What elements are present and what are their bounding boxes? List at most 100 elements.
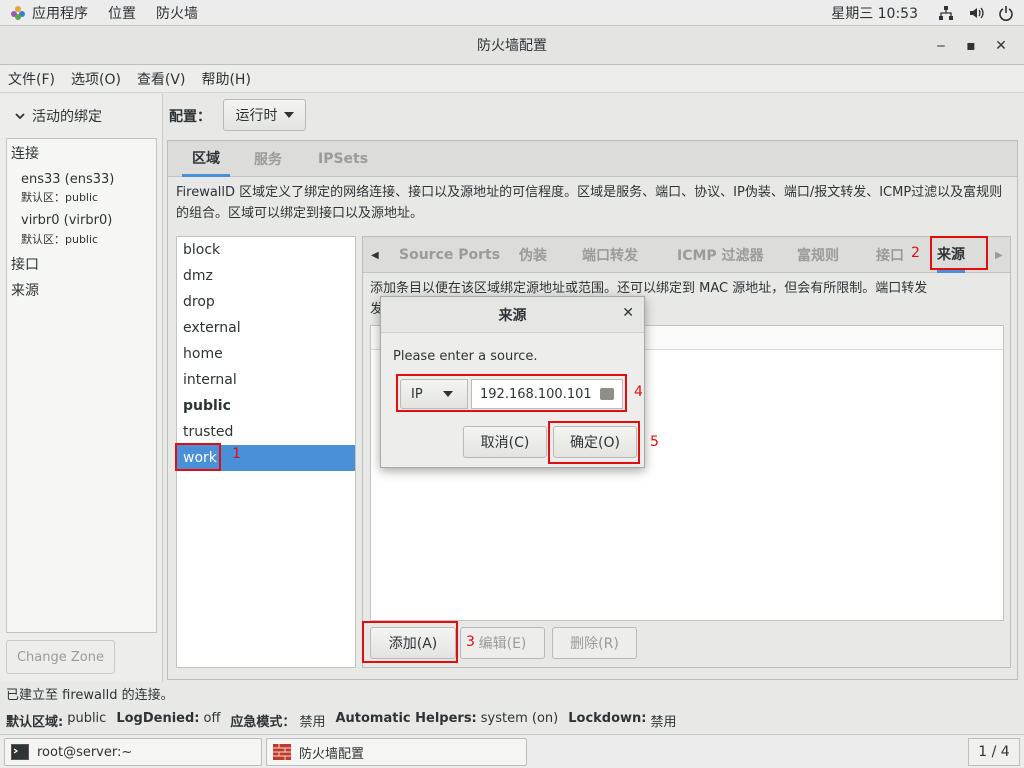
zone-list[interactable]: block dmz drop external home internal pu… xyxy=(176,236,356,668)
dialog-close-button[interactable]: ✕ xyxy=(622,305,634,321)
tab-ipsets[interactable]: IPSets xyxy=(318,141,368,177)
annotation-number-5: 5 xyxy=(650,434,659,450)
config-dropdown[interactable]: 运行时 xyxy=(223,99,306,131)
window-title: 防火墙配置 xyxy=(477,38,547,54)
system-tray[interactable] xyxy=(928,0,1024,26)
taskbar: root@server:~ 防火墙配置 1 / 4 xyxy=(0,734,1024,768)
entry-clear-icon[interactable] xyxy=(600,388,614,400)
distro-logo-icon xyxy=(11,5,25,20)
helpers-label: Automatic Helpers: xyxy=(335,711,477,726)
panic-mode-value: 禁用 xyxy=(299,715,326,730)
annotation-number-2: 2 xyxy=(911,245,920,261)
applications-menu[interactable]: 应用程序 xyxy=(0,0,98,26)
workspace-pager[interactable]: 1 / 4 xyxy=(968,738,1020,766)
zone-item-external[interactable]: external xyxy=(177,315,355,341)
zone-item-dmz[interactable]: dmz xyxy=(177,263,355,289)
main-tab-bar: 区域 服务 IPSets xyxy=(168,141,1017,177)
terminal-icon xyxy=(11,744,29,760)
tab-services[interactable]: 服务 xyxy=(254,141,282,177)
places-menu[interactable]: 位置 xyxy=(98,0,146,26)
source-type-value: IP xyxy=(411,386,423,402)
config-value: 运行时 xyxy=(235,108,278,124)
dropdown-arrow-icon xyxy=(283,112,294,118)
chevron-down-icon xyxy=(15,113,25,120)
connections-header[interactable]: 连接 xyxy=(11,143,39,163)
maximize-button[interactable]: ▪ xyxy=(958,33,984,59)
add-source-button[interactable]: 添加(A) xyxy=(370,627,456,659)
dialog-ok-button[interactable]: 确定(O) xyxy=(553,426,637,458)
connection-ens33-zone: 默认区：public xyxy=(21,191,99,204)
zone-item-drop[interactable]: drop xyxy=(177,289,355,315)
tab-scroll-right-icon[interactable]: ▶ xyxy=(995,237,1003,273)
connection-ens33[interactable]: ens33 (ens33) xyxy=(21,172,114,187)
applications-label: 应用程序 xyxy=(32,5,88,22)
firewall-app-menu[interactable]: 防火墙 xyxy=(146,0,208,26)
minimize-button[interactable]: ‒ xyxy=(928,33,954,59)
dialog-prompt: Please enter a source. xyxy=(393,349,538,364)
dialog-cancel-button[interactable]: 取消(C) xyxy=(463,426,547,458)
connection-virbr0[interactable]: virbr0 (virbr0) xyxy=(21,213,112,228)
logdenied-label: LogDenied: xyxy=(116,711,200,726)
expander-label: 活动的绑定 xyxy=(32,109,102,125)
close-window-button[interactable]: ✕ xyxy=(988,33,1014,59)
tab-zones[interactable]: 区域 xyxy=(182,141,230,177)
top-panel: 应用程序 位置 防火墙 星期三 10:53 xyxy=(0,0,1024,26)
config-label: 配置： xyxy=(169,109,211,125)
source-type-dropdown[interactable]: IP xyxy=(400,379,468,409)
clock[interactable]: 星期三 10:53 xyxy=(821,0,928,26)
taskbar-terminal-label: root@server:~ xyxy=(37,744,133,760)
helpers-value: system (on) xyxy=(480,711,559,726)
active-bindings-sidebar: 活动的绑定 连接 ens33 (ens33) 默认区：public virbr0… xyxy=(0,94,163,682)
annotation-number-1: 1 xyxy=(232,446,241,462)
volume-icon xyxy=(970,7,984,18)
source-address-input[interactable]: 192.168.100.101 xyxy=(471,379,623,409)
active-bindings-expander[interactable]: 活动的绑定 xyxy=(14,106,102,126)
panic-mode-label: 应急模式： xyxy=(230,715,296,730)
bindings-list[interactable]: 连接 ens33 (ens33) 默认区：public virbr0 (virb… xyxy=(6,138,157,633)
menu-view[interactable]: 查看(V) xyxy=(129,69,194,89)
zone-item-block[interactable]: block xyxy=(177,237,355,263)
zone-description: FirewallD 区域定义了绑定的网络连接、接口以及源地址的可信程度。区域是服… xyxy=(176,185,1003,221)
sources-header[interactable]: 来源 xyxy=(11,280,39,300)
interfaces-header[interactable]: 接口 xyxy=(11,254,39,274)
annotation-number-3: 3 xyxy=(466,634,475,650)
taskbar-terminal[interactable]: root@server:~ xyxy=(4,738,262,766)
tab-rich-rules[interactable]: 富规则 xyxy=(797,237,839,273)
connection-status: 已建立至 firewalld 的连接。 xyxy=(6,688,174,703)
tab-source-ports[interactable]: Source Ports xyxy=(399,237,500,273)
default-zone-value: public xyxy=(67,711,107,726)
menu-options[interactable]: 选项(O) xyxy=(63,69,129,89)
tab-port-forwarding[interactable]: 端口转发 xyxy=(582,237,638,273)
tab-scroll-left-icon[interactable]: ◀ xyxy=(371,237,379,273)
zone-item-work[interactable]: work xyxy=(177,445,355,471)
lockdown-label: Lockdown: xyxy=(568,711,647,726)
taskbar-firewall-label: 防火墙配置 xyxy=(299,746,365,762)
zone-item-home[interactable]: home xyxy=(177,341,355,367)
menubar: 文件(F) 选项(O) 查看(V) 帮助(H) xyxy=(0,65,1024,93)
tab-masquerade[interactable]: 伪装 xyxy=(519,237,547,273)
tab-interfaces[interactable]: 接口 xyxy=(876,237,904,273)
default-zone-label: 默认区域: xyxy=(6,715,64,730)
network-icon xyxy=(939,5,953,20)
source-address-value: 192.168.100.101 xyxy=(480,386,592,402)
zone-item-public[interactable]: public xyxy=(177,393,355,419)
dropdown-arrow-icon xyxy=(442,391,453,397)
tab-sources[interactable]: 来源 xyxy=(937,237,965,273)
power-icon xyxy=(999,5,1013,21)
change-zone-button[interactable]: Change Zone xyxy=(6,640,115,674)
firewall-status-line: 默认区域: public LogDenied: off 应急模式： 禁用 Aut… xyxy=(6,711,677,730)
tab-icmp-filter[interactable]: ICMP 过滤器 xyxy=(677,237,764,273)
zone-item-internal[interactable]: internal xyxy=(177,367,355,393)
source-dialog: 来源 ✕ Please enter a source. IP 192.168.1… xyxy=(380,296,645,468)
connection-virbr0-zone: 默认区：public xyxy=(21,233,99,246)
zone-item-trusted[interactable]: trusted xyxy=(177,419,355,445)
window-titlebar[interactable]: 防火墙配置 ‒ ▪ ✕ xyxy=(0,26,1024,65)
firewall-wall-icon xyxy=(273,744,291,760)
annotation-number-4: 4 xyxy=(634,384,643,400)
menu-file[interactable]: 文件(F) xyxy=(0,69,63,89)
taskbar-firewall[interactable]: 防火墙配置 xyxy=(266,738,527,766)
lockdown-value: 禁用 xyxy=(650,715,677,730)
remove-source-button[interactable]: 删除(R) xyxy=(552,627,637,659)
dialog-title: 来源 xyxy=(381,297,644,333)
menu-help[interactable]: 帮助(H) xyxy=(193,69,258,89)
